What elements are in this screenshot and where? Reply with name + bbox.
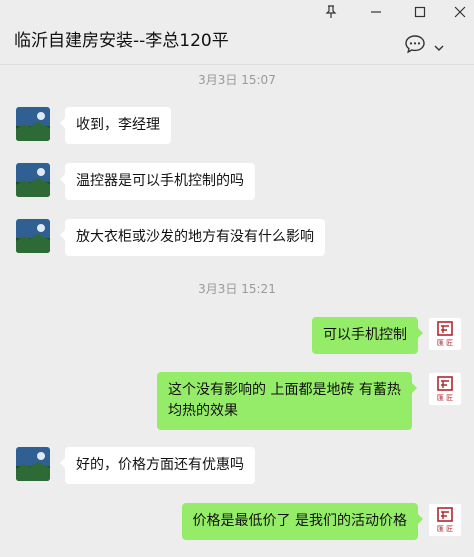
- svg-text:匯 匠: 匯 匠: [437, 394, 453, 402]
- contact-avatar[interactable]: [16, 219, 50, 253]
- chevron-down-icon[interactable]: [434, 37, 444, 56]
- pin-icon[interactable]: [317, 2, 345, 22]
- chat-toolbar: [404, 34, 444, 58]
- timestamp: 3月3日 15:21: [198, 282, 276, 296]
- chat-message-list[interactable]: 3月3日 15:07 收到，李经理 温控器是可以手机控制的吗 放大衣柜或沙发的地…: [0, 65, 474, 557]
- message-bubble[interactable]: 这个没有影响的 上面都是地砖 有蓄热均热的效果: [157, 372, 417, 430]
- message-bubble[interactable]: 可以手机控制: [312, 317, 423, 354]
- brand-avatar[interactable]: 匯 匠: [428, 317, 462, 351]
- svg-text:匯 匠: 匯 匠: [437, 339, 453, 347]
- chat-bubble-icon[interactable]: [404, 34, 426, 58]
- minimize-icon[interactable]: [362, 2, 390, 22]
- message-bubble[interactable]: 放大衣柜或沙发的地方有没有什么影响: [60, 219, 325, 256]
- brand-avatar[interactable]: 匯 匠: [428, 503, 462, 537]
- contact-avatar[interactable]: [16, 107, 50, 141]
- contact-avatar[interactable]: [16, 447, 50, 481]
- timestamp: 3月3日 15:07: [198, 73, 276, 87]
- title-bar: 临沂自建房安装--李总120平: [0, 0, 474, 65]
- chat-title: 临沂自建房安装--李总120平: [14, 31, 229, 51]
- message-bubble[interactable]: 价格是最低价了 是我们的活动价格: [181, 503, 424, 540]
- brand-avatar[interactable]: 匯 匠: [428, 372, 462, 406]
- contact-avatar[interactable]: [16, 163, 50, 197]
- svg-text:匯 匠: 匯 匠: [437, 525, 453, 533]
- maximize-icon[interactable]: [406, 2, 434, 22]
- message-bubble[interactable]: 好的，价格方面还有优惠吗: [60, 447, 255, 484]
- close-icon[interactable]: [446, 2, 474, 22]
- message-bubble[interactable]: 收到，李经理: [60, 107, 171, 144]
- message-bubble[interactable]: 温控器是可以手机控制的吗: [60, 163, 255, 200]
